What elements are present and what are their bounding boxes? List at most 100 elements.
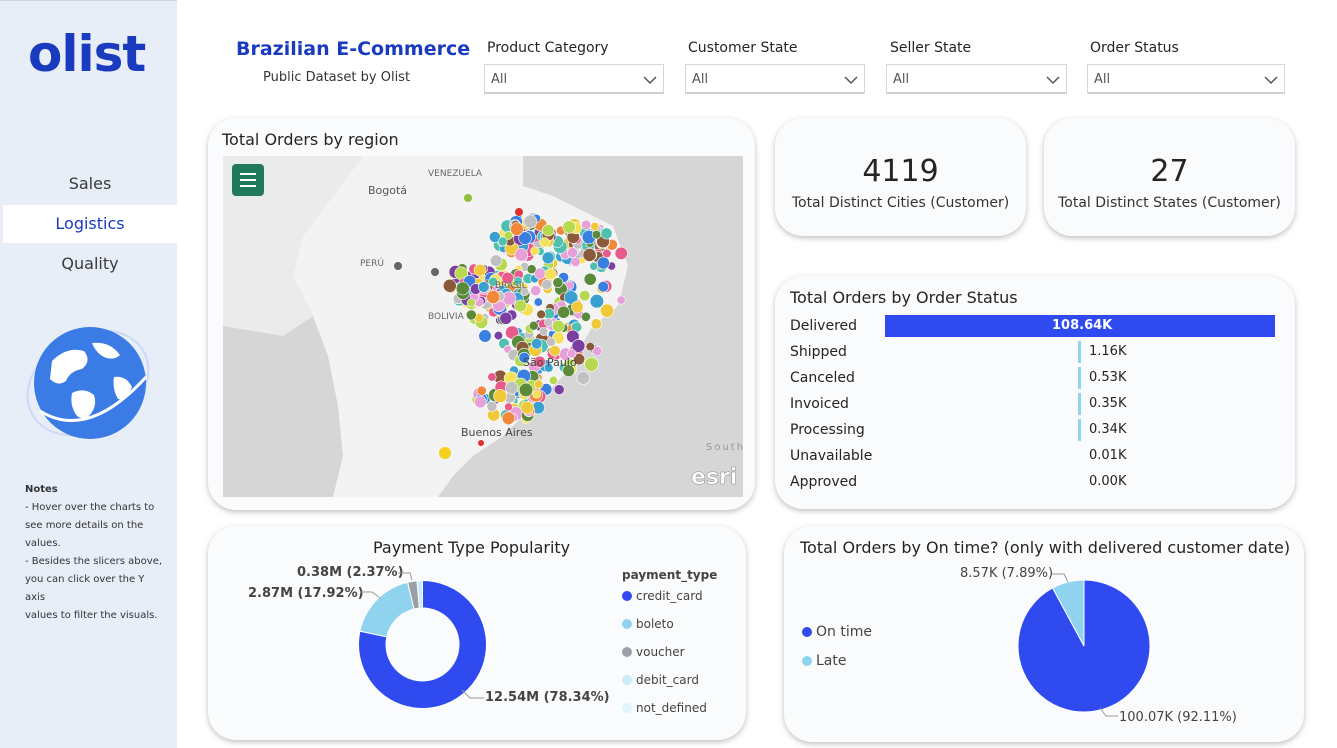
status-label-canceled[interactable]: Canceled xyxy=(790,370,855,386)
map-dot[interactable] xyxy=(487,372,497,382)
orders-map[interactable]: Bogotá VENEZUELA PERÚ BOLIVIA BRASIL São… xyxy=(223,156,743,497)
map-dot[interactable] xyxy=(590,221,600,231)
map-dot[interactable] xyxy=(616,295,626,305)
map-dot[interactable] xyxy=(515,208,523,216)
map-dot[interactable] xyxy=(600,303,615,318)
status-label-unavailable[interactable]: Unavailable xyxy=(790,448,872,464)
map-dot[interactable] xyxy=(562,220,576,234)
map-dot[interactable] xyxy=(394,262,402,270)
map-dot[interactable] xyxy=(533,297,543,307)
map-dot[interactable] xyxy=(539,237,550,248)
slicer-product-category[interactable]: All xyxy=(484,64,664,94)
map-dot[interactable] xyxy=(514,248,528,262)
slicer-customer-state[interactable]: All xyxy=(685,64,865,94)
map-dot[interactable] xyxy=(570,257,581,267)
map-dot[interactable] xyxy=(530,285,542,297)
map-dot[interactable] xyxy=(431,268,439,276)
status-label-delivered[interactable]: Delivered xyxy=(790,318,857,334)
status-bar-canceled[interactable] xyxy=(1078,367,1081,389)
map-dot[interactable] xyxy=(541,279,553,291)
nav-item-sales[interactable]: Sales xyxy=(3,165,177,203)
map-dot[interactable] xyxy=(528,320,539,331)
map-dot[interactable] xyxy=(551,319,565,333)
map-dot[interactable] xyxy=(526,264,537,275)
ontime-legend-on-time[interactable]: On time xyxy=(802,624,872,640)
map-dot[interactable] xyxy=(539,326,549,337)
map-dot[interactable] xyxy=(499,311,513,325)
map-dot[interactable] xyxy=(476,385,487,396)
status-bar-shipped[interactable] xyxy=(1078,341,1081,363)
map-dot[interactable] xyxy=(439,447,451,459)
map-dot[interactable] xyxy=(552,277,564,288)
map-dot[interactable] xyxy=(542,224,555,237)
payment-legend-voucher[interactable]: voucher xyxy=(622,645,685,659)
map-dot[interactable] xyxy=(504,381,519,395)
map-menu-button[interactable] xyxy=(232,164,264,196)
payment-legend-not-defined[interactable]: not_defined xyxy=(622,701,707,715)
map-dot[interactable] xyxy=(597,280,609,293)
map-dot[interactable] xyxy=(591,229,602,240)
slicer-seller-state[interactable]: All xyxy=(886,64,1067,94)
map-dot[interactable] xyxy=(464,194,472,202)
map-dot[interactable] xyxy=(600,227,613,240)
map-dot[interactable] xyxy=(582,248,597,262)
map-dot[interactable] xyxy=(474,395,487,409)
status-label-processing[interactable]: Processing xyxy=(790,422,865,438)
map-dot[interactable] xyxy=(455,281,470,296)
map-dot[interactable] xyxy=(493,330,504,341)
map-dot[interactable] xyxy=(589,261,599,271)
map-dot[interactable] xyxy=(544,268,557,281)
ontime-legend-late[interactable]: Late xyxy=(802,653,846,669)
map-dot[interactable] xyxy=(465,309,477,321)
map-dot[interactable] xyxy=(530,246,540,256)
map-dot[interactable] xyxy=(585,342,595,352)
map-dot[interactable] xyxy=(533,379,544,390)
map-dot[interactable] xyxy=(596,256,610,270)
map-dot[interactable] xyxy=(576,371,590,385)
map-dot[interactable] xyxy=(518,382,534,398)
payment-legend-debit-card[interactable]: debit_card xyxy=(622,673,699,687)
map-dot[interactable] xyxy=(473,263,487,277)
payment-legend-boleto[interactable]: boleto xyxy=(622,617,674,631)
map-dot[interactable] xyxy=(478,329,492,343)
status-label-invoiced[interactable]: Invoiced xyxy=(790,396,849,412)
map-dot[interactable] xyxy=(478,440,484,446)
map-dot[interactable] xyxy=(486,401,498,412)
map-dot[interactable] xyxy=(442,278,457,293)
status-bar-processing[interactable] xyxy=(1078,419,1081,441)
map-dot[interactable] xyxy=(514,299,527,313)
slicer-order-status[interactable]: All xyxy=(1087,64,1285,94)
map-dot[interactable] xyxy=(584,357,599,372)
status-label-shipped[interactable]: Shipped xyxy=(790,344,847,360)
map-dot[interactable] xyxy=(502,291,517,306)
map-dot[interactable] xyxy=(536,309,546,320)
map-dot[interactable] xyxy=(614,246,628,260)
map-dot[interactable] xyxy=(466,298,476,308)
map-dot[interactable] xyxy=(504,402,513,412)
map-dot[interactable] xyxy=(557,305,571,319)
map-dot[interactable] xyxy=(581,219,592,230)
map-dot[interactable] xyxy=(590,318,602,330)
map-dot[interactable] xyxy=(520,400,534,415)
map-dot[interactable] xyxy=(548,375,558,385)
map-dot[interactable] xyxy=(501,411,516,425)
map-dot[interactable] xyxy=(544,317,553,327)
map-dot[interactable] xyxy=(531,338,543,350)
map-dot[interactable] xyxy=(523,214,538,229)
map-dot[interactable] xyxy=(602,248,612,259)
map-dot[interactable] xyxy=(579,289,591,302)
status-bar-invoiced[interactable] xyxy=(1078,393,1081,415)
map-dot[interactable] xyxy=(583,272,597,286)
map-dot[interactable] xyxy=(589,294,605,309)
map-dot[interactable] xyxy=(478,281,490,293)
map-dot[interactable] xyxy=(532,389,541,399)
map-dot[interactable] xyxy=(549,344,561,357)
map-dot[interactable] xyxy=(553,384,565,396)
map-dot[interactable] xyxy=(571,300,584,314)
map-dot[interactable] xyxy=(580,311,591,322)
map-dot[interactable] xyxy=(489,254,503,267)
map-dot[interactable] xyxy=(510,222,524,236)
map-dot[interactable] xyxy=(566,247,579,259)
payment-legend-credit-card[interactable]: credit_card xyxy=(622,589,703,603)
map-dot[interactable] xyxy=(486,290,501,305)
